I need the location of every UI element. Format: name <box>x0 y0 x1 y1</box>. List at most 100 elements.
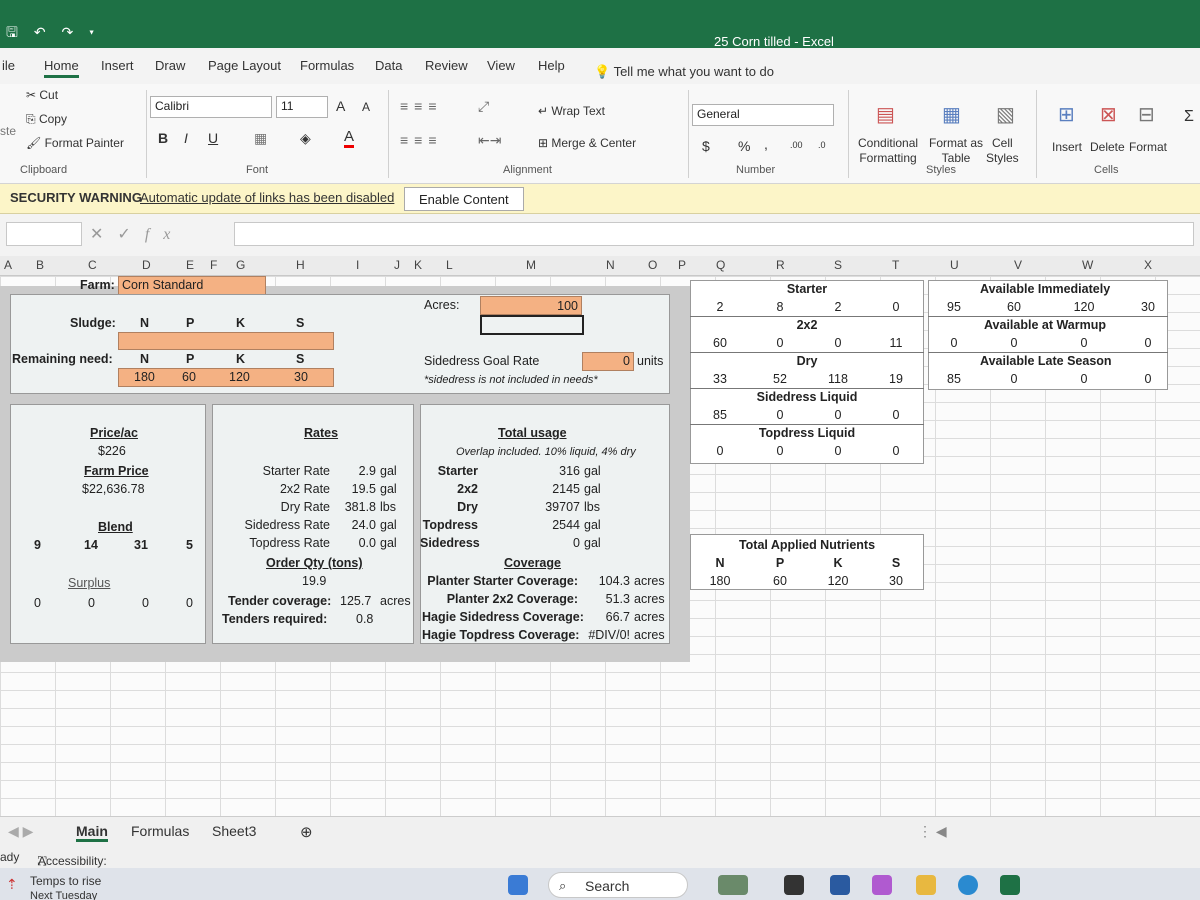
horizontal-align-icons[interactable]: ≡≡≡ <box>400 132 443 148</box>
borders-icon[interactable]: ▦ <box>254 130 267 147</box>
total-applied-p: 60 <box>773 574 787 588</box>
tab-file[interactable]: ile <box>2 58 15 73</box>
window-title: 25 Corn tilled - Excel <box>714 34 834 49</box>
tab-data[interactable]: Data <box>375 58 402 73</box>
tab-draw[interactable]: Draw <box>155 58 185 73</box>
column-header[interactable]: S <box>834 258 842 272</box>
taskbar-search[interactable]: ⌕ Search <box>548 872 688 898</box>
percent-button[interactable]: % <box>738 138 750 154</box>
store-icon[interactable] <box>830 875 850 895</box>
tell-me-box[interactable]: 💡 Tell me what you want to do <box>594 64 774 80</box>
column-header[interactable]: N <box>606 258 615 272</box>
increase-decimal-button[interactable]: .00 <box>790 140 803 150</box>
wrap-text-button[interactable]: ↵ Wrap Text <box>538 104 605 118</box>
excel-icon[interactable] <box>1000 875 1020 895</box>
scroll-left-icon[interactable]: ◀ ▶ <box>8 823 33 840</box>
merge-center-button[interactable]: ⊞ Merge & Center <box>538 136 636 150</box>
tab-review[interactable]: Review <box>425 58 468 73</box>
font-name-select[interactable]: Calibri <box>150 96 272 118</box>
sheet-tab-formulas[interactable]: Formulas <box>131 823 189 839</box>
column-header[interactable]: U <box>950 258 959 272</box>
italic-button[interactable]: I <box>184 130 188 146</box>
column-header[interactable]: C <box>88 258 97 272</box>
font-size-select[interactable]: 11 <box>276 96 328 118</box>
enter-icon[interactable]: ✓ <box>117 226 144 243</box>
column-header[interactable]: X <box>1144 258 1152 272</box>
coverage-name: Planter Starter Coverage: <box>427 574 578 588</box>
shrink-font-button[interactable]: A <box>362 100 370 114</box>
cut-button[interactable]: ✂ Cut <box>26 88 58 102</box>
delete-button[interactable]: Delete <box>1090 140 1125 154</box>
format-as-table-button[interactable]: Format as Table <box>929 136 983 166</box>
coverage-title: Coverage <box>504 556 561 570</box>
conditional-formatting-button[interactable]: Conditional Formatting <box>858 136 918 166</box>
rate-name: 2x2 Rate <box>279 482 330 496</box>
decrease-decimal-button[interactable]: .0 <box>818 140 826 150</box>
column-header[interactable]: Q <box>716 258 725 272</box>
currency-button[interactable]: $ <box>702 138 710 154</box>
indent-icon[interactable]: ⇤⇥ <box>478 132 501 149</box>
tab-insert[interactable]: Insert <box>101 58 134 73</box>
more-icon[interactable]: ⋮ ◀ <box>918 823 947 840</box>
sheet-tab-main[interactable]: Main <box>76 823 108 842</box>
column-header[interactable]: F <box>210 258 217 272</box>
weather-text[interactable]: Temps to rise <box>30 874 101 888</box>
insert-function-icon[interactable]: fx <box>145 226 185 243</box>
comma-button[interactable]: , <box>764 136 768 152</box>
widget-icon[interactable] <box>718 875 748 895</box>
column-header[interactable]: M <box>526 258 536 272</box>
column-header[interactable]: E <box>186 258 194 272</box>
sludge-input-row[interactable] <box>118 332 334 350</box>
column-header[interactable]: A <box>4 258 12 272</box>
sheet-tab-sheet3[interactable]: Sheet3 <box>212 823 256 839</box>
quick-access-toolbar[interactable]: 🖫 ↶ ↷ ▾ <box>6 22 100 46</box>
copilot-icon[interactable] <box>872 875 892 895</box>
cancel-icon[interactable]: ✕ <box>90 226 117 243</box>
tab-page-layout[interactable]: Page Layout <box>208 58 281 73</box>
format-painter-button[interactable]: 🖌 Format Painter <box>26 136 124 150</box>
tab-view[interactable]: View <box>487 58 515 73</box>
bold-button[interactable]: B <box>158 130 168 146</box>
copy-button[interactable]: ⎘ Copy <box>26 112 67 127</box>
column-header[interactable]: I <box>356 258 359 272</box>
fill-color-icon[interactable]: ◈ <box>300 130 311 147</box>
column-header[interactable]: H <box>296 258 305 272</box>
column-header[interactable]: O <box>648 258 657 272</box>
paste-button[interactable]: ste <box>0 124 16 138</box>
tab-home[interactable]: Home <box>44 58 79 78</box>
column-header[interactable]: R <box>776 258 785 272</box>
number-format-select[interactable]: General <box>692 104 834 126</box>
windows-start-icon[interactable] <box>508 875 528 895</box>
edge-icon[interactable] <box>958 875 978 895</box>
insert-button[interactable]: Insert <box>1052 140 1082 154</box>
worksheet-grid[interactable]: Farm: Corn Standard Sludge: N P K S Rema… <box>0 276 1200 816</box>
column-header[interactable]: G <box>236 258 245 272</box>
tab-formulas[interactable]: Formulas <box>300 58 354 73</box>
add-sheet-icon[interactable]: ⊕ <box>300 823 313 841</box>
format-button[interactable]: Format <box>1129 140 1167 154</box>
grow-font-button[interactable]: A <box>336 98 345 114</box>
underline-button[interactable]: U <box>208 130 218 146</box>
column-header[interactable]: D <box>142 258 151 272</box>
orientation-icon[interactable]: ⤢ <box>478 98 489 115</box>
column-header[interactable]: W <box>1082 258 1093 272</box>
formula-input[interactable] <box>234 222 1194 246</box>
tab-help[interactable]: Help <box>538 58 565 73</box>
selected-cell[interactable] <box>480 315 584 335</box>
column-header[interactable]: T <box>892 258 899 272</box>
vertical-align-icons[interactable]: ≡≡≡ <box>400 98 443 114</box>
cell-styles-button[interactable]: Cell Styles <box>986 136 1019 166</box>
column-header[interactable]: P <box>678 258 686 272</box>
enable-content-button[interactable]: Enable Content <box>404 187 524 211</box>
column-header[interactable]: K <box>414 258 422 272</box>
security-warning-message[interactable]: Automatic update of links has been disab… <box>140 190 394 205</box>
task-view-icon[interactable] <box>784 875 804 895</box>
column-header[interactable]: B <box>36 258 44 272</box>
font-color-button[interactable]: A <box>344 128 355 148</box>
file-explorer-icon[interactable] <box>916 875 936 895</box>
column-header[interactable]: J <box>394 258 400 272</box>
column-header[interactable]: V <box>1014 258 1022 272</box>
column-header[interactable]: L <box>446 258 453 272</box>
autosum-icon[interactable]: Σ <box>1184 108 1194 126</box>
name-box[interactable] <box>6 222 82 246</box>
